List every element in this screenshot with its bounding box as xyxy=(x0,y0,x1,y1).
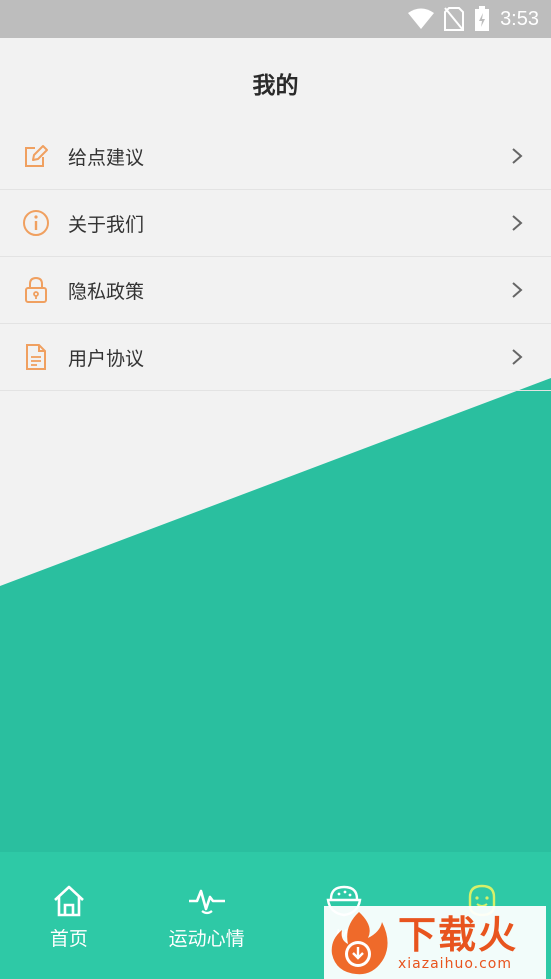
battery-charging-icon xyxy=(474,6,490,32)
chevron-right-icon xyxy=(511,214,523,232)
pulse-icon xyxy=(188,882,226,920)
document-icon xyxy=(22,343,50,371)
menu-item-feedback[interactable]: 给点建议 xyxy=(0,123,551,190)
watermark-url: xiazaihuo.com xyxy=(398,955,512,972)
wifi-icon xyxy=(408,8,435,30)
tab-exercise-mood[interactable]: 运动心情 xyxy=(138,852,276,979)
menu-item-label: 隐私政策 xyxy=(68,280,145,303)
chevron-right-icon xyxy=(511,281,523,299)
tab-home[interactable]: 首页 xyxy=(0,852,138,979)
tab-label: 首页 xyxy=(49,928,88,950)
settings-menu: 给点建议 关于我们 隐私政策 用户协议 xyxy=(0,123,551,391)
menu-item-user-agreement[interactable]: 用户协议 xyxy=(0,324,551,391)
menu-item-label: 给点建议 xyxy=(68,146,145,169)
profile-page: 我的 给点建议 关于我们 隐私政策 用户协议 首页 运动心情 xyxy=(0,38,551,979)
menu-item-label: 关于我们 xyxy=(68,213,145,236)
watermark-title: 下载火 xyxy=(398,912,519,957)
menu-item-about[interactable]: 关于我们 xyxy=(0,190,551,257)
info-icon xyxy=(22,209,50,237)
no-sim-icon xyxy=(444,7,465,31)
home-icon xyxy=(50,882,88,920)
chevron-right-icon xyxy=(511,348,523,366)
status-bar: 3:53 xyxy=(0,0,551,38)
chevron-right-icon xyxy=(511,147,523,165)
watermark-logo: 下载火 xiazaihuo.com xyxy=(324,906,546,979)
flame-logo-icon xyxy=(324,908,394,978)
menu-item-privacy[interactable]: 隐私政策 xyxy=(0,257,551,324)
status-time: 3:53 xyxy=(500,7,539,30)
edit-icon xyxy=(22,142,50,170)
lock-icon xyxy=(22,276,50,304)
menu-item-label: 用户协议 xyxy=(68,347,145,370)
tab-label: 运动心情 xyxy=(168,928,245,950)
page-title: 我的 xyxy=(252,73,299,99)
